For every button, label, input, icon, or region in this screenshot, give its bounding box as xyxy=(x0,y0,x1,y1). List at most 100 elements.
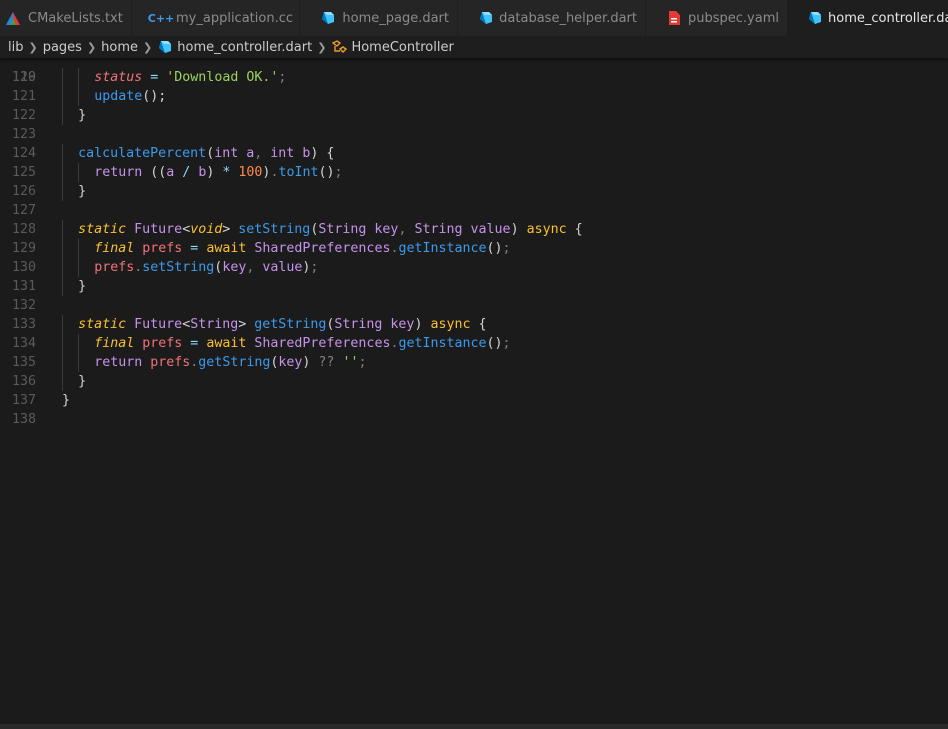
code-token: > xyxy=(238,317,255,332)
code-token: String xyxy=(190,317,239,332)
code-token: ?? xyxy=(318,355,335,370)
class-icon xyxy=(331,39,347,55)
code-text: } xyxy=(78,277,86,296)
code-token: key xyxy=(278,355,303,370)
code-token: getString xyxy=(254,317,327,332)
code-token: value xyxy=(262,260,303,275)
code-line: 135 return prefs.getString(key) ?? ''; xyxy=(0,353,948,372)
dart-icon xyxy=(157,39,173,55)
code-token: getInstance xyxy=(398,336,487,351)
code-token: } xyxy=(62,393,71,408)
code-token: { xyxy=(566,222,583,237)
code-token: String xyxy=(334,317,383,332)
code-token: async xyxy=(526,222,567,237)
indent-guide xyxy=(78,258,80,277)
code-token: ; xyxy=(334,165,343,180)
code-token: Future xyxy=(134,222,183,237)
indent-guide xyxy=(62,87,63,106)
indent-guide xyxy=(62,68,63,87)
code-line: 132 xyxy=(0,296,948,315)
code-line: 128 static Future<void> setString(String … xyxy=(0,220,948,239)
code-token: String xyxy=(318,222,367,237)
code-token: prefs xyxy=(142,336,183,351)
tab-home-page-dart[interactable]: home_page.dart xyxy=(300,0,458,36)
dart-icon xyxy=(320,9,336,27)
breadcrumb-item-pages[interactable]: pages xyxy=(43,40,82,55)
code-line: 130 prefs.setString(key, value); xyxy=(0,258,948,277)
code-line: 124 calculatePercent(int a, int b) { xyxy=(0,144,948,163)
code-token: toInt xyxy=(278,165,319,180)
code-token: } xyxy=(78,108,87,123)
code-token: String xyxy=(414,222,463,237)
breadcrumb-item-file[interactable]: home_controller.dart xyxy=(177,40,312,55)
code-token: Future xyxy=(134,317,183,332)
code-text: status = 'Download OK.'; xyxy=(94,68,286,87)
code-token: setString xyxy=(142,260,215,275)
code-token: 100 xyxy=(238,165,263,180)
tab-home-controller-dart[interactable]: home_controller.dart xyxy=(788,0,948,36)
code-text: final prefs = await SharedPreferences.ge… xyxy=(94,239,510,258)
indent-guide xyxy=(62,220,63,239)
line-number: 136 xyxy=(11,374,36,389)
indent-guide xyxy=(62,372,63,391)
code-line: 129 final prefs = await SharedPreferences… xyxy=(0,239,948,258)
indent-guide xyxy=(78,87,80,106)
code-token: key xyxy=(222,260,247,275)
indent-guide xyxy=(62,334,63,353)
code-token: ; xyxy=(310,260,319,275)
code-token: SharedPreferences xyxy=(254,241,391,256)
line-number: 122 xyxy=(11,108,36,123)
code-token: calculatePercent xyxy=(78,146,207,161)
tab-pubspec-yaml[interactable]: pubspec.yaml xyxy=(646,0,788,36)
tab-my-application-cc[interactable]: C++ my_application.cc xyxy=(132,0,300,36)
breadcrumb-item-lib[interactable]: lib xyxy=(8,40,23,55)
line-number: 135 xyxy=(11,355,36,370)
indent-guide xyxy=(62,182,63,201)
line-number: 137 xyxy=(11,393,36,408)
code-token: void xyxy=(190,222,223,237)
code-line: 133 static Future<String> getString(Strin… xyxy=(0,315,948,334)
breadcrumb-item-symbol[interactable]: HomeController xyxy=(351,40,453,55)
tab-database-helper-dart[interactable]: database_helper.dart xyxy=(458,0,646,36)
line-number: 131 xyxy=(11,279,36,294)
indent-guide xyxy=(78,68,80,87)
code-line: 131} xyxy=(0,277,948,296)
chevron-right-icon: ❯ xyxy=(143,40,153,54)
tab-label: pubspec.yaml xyxy=(688,10,779,26)
code-token: async xyxy=(430,317,471,332)
code-editor[interactable]: 119 120 status = 'Download OK.'; 121 update… xyxy=(0,58,948,724)
line-number: 126 xyxy=(11,184,36,199)
code-line: 123 xyxy=(0,125,948,144)
breadcrumb-item-home[interactable]: home xyxy=(101,40,138,55)
code-token: () xyxy=(318,165,335,180)
code-text: static Future<void> setString(String key… xyxy=(78,220,583,239)
code-token: setString xyxy=(238,222,311,237)
indent-guide xyxy=(78,334,80,353)
partial-line: 119 xyxy=(0,58,948,85)
indent-guide xyxy=(62,144,63,163)
code-token: () xyxy=(486,336,503,351)
line-number: 129 xyxy=(11,241,36,256)
code-token: ) xyxy=(510,222,527,237)
code-token: value xyxy=(470,222,511,237)
code-token: await xyxy=(206,241,247,256)
code-token: ) { xyxy=(310,146,335,161)
code-token: ( xyxy=(206,146,215,161)
indent-guide xyxy=(78,163,80,182)
code-token: static xyxy=(78,317,127,332)
tab-cmakelists-txt[interactable]: CMakeLists.txt xyxy=(0,0,132,36)
line-number: 124 xyxy=(11,146,36,161)
code-token: await xyxy=(206,336,247,351)
cmake-icon xyxy=(4,9,22,27)
dart-icon xyxy=(808,9,822,27)
code-text: calculatePercent(int a, int b) { xyxy=(78,144,334,163)
code-text: update(); xyxy=(94,87,166,106)
code-token: return xyxy=(94,165,143,180)
code-token: final xyxy=(94,241,135,256)
code-line: 120 status = 'Download OK.'; xyxy=(0,68,948,87)
code-token: final xyxy=(94,336,135,351)
code-token: } xyxy=(78,184,87,199)
code-token: ; xyxy=(358,355,367,370)
